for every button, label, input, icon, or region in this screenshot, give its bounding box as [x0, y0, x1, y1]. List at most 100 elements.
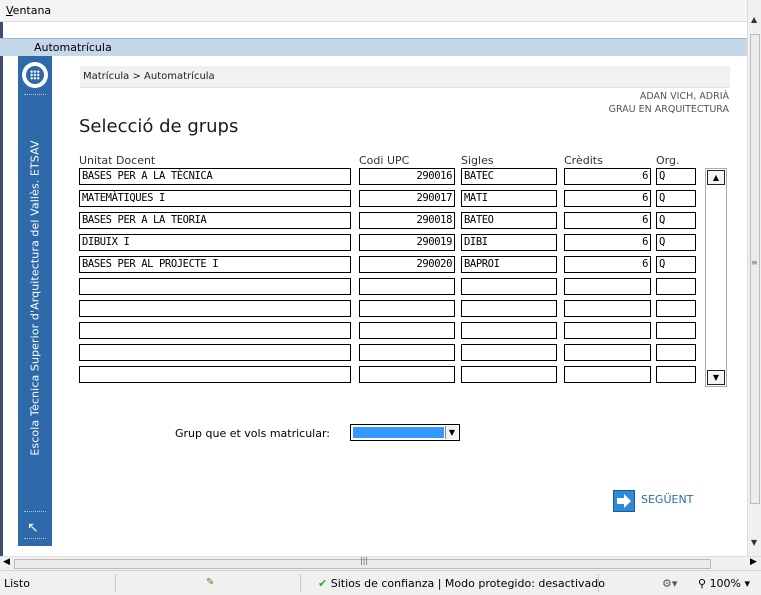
field-credits[interactable]: 6	[564, 256, 651, 273]
arrow-right-icon	[613, 490, 635, 512]
column-header-org: Org.	[656, 154, 680, 167]
field-credits[interactable]: 6	[564, 190, 651, 207]
field-org[interactable]: Q	[656, 256, 696, 273]
group-select-value	[353, 427, 444, 438]
field-sigles[interactable]: BATEC	[461, 168, 557, 185]
scroll-down-icon[interactable]: ▼	[707, 370, 725, 385]
field-sigles[interactable]: BAPROI	[461, 256, 557, 273]
breadcrumb: Matrícula > Automatrícula	[80, 66, 730, 88]
field-credits[interactable]	[564, 322, 651, 339]
field-codi[interactable]	[359, 300, 455, 317]
column-header-codi: Codi UPC	[359, 154, 410, 167]
field-credits[interactable]: 6	[564, 234, 651, 251]
chevron-down-icon: ▾	[744, 577, 751, 590]
student-name: ADAN VICH, ADRIÀ	[639, 91, 729, 102]
field-codi[interactable]: 290018	[359, 212, 455, 229]
field-org[interactable]: Q	[656, 190, 696, 207]
field-unitat[interactable]: BASES PER A LA TÈCNICA	[79, 168, 351, 185]
status-text: Listo	[4, 577, 30, 590]
field-org[interactable]	[656, 300, 696, 317]
field-sigles[interactable]: BATEO	[461, 212, 557, 229]
scroll-right-icon[interactable]: ▶	[750, 557, 757, 567]
field-sigles[interactable]	[461, 300, 557, 317]
scroll-left-icon[interactable]: ◀	[3, 557, 10, 567]
column-header-sigles: Sigles	[461, 154, 494, 167]
field-unitat[interactable]: DIBUIX I	[79, 234, 351, 251]
field-org[interactable]: Q	[656, 234, 696, 251]
window-scrollbar[interactable]: ▲ ≡ ▼	[747, 0, 761, 556]
student-degree: GRAU EN ARQUITECTURA	[608, 104, 729, 115]
field-unitat[interactable]	[79, 322, 351, 339]
field-org[interactable]: Q	[656, 212, 696, 229]
field-unitat[interactable]	[79, 344, 351, 361]
menu-ventana[interactable]: Ventana	[6, 4, 51, 17]
field-sigles[interactable]	[461, 278, 557, 295]
field-unitat[interactable]	[79, 278, 351, 295]
zoom-icon: ⚲	[698, 577, 707, 590]
field-credits[interactable]	[564, 344, 651, 361]
edit-page-icon[interactable]: ✎	[206, 577, 214, 588]
scroll-grip-icon: ≡	[751, 258, 758, 267]
field-org[interactable]	[656, 366, 696, 383]
field-sigles[interactable]	[461, 344, 557, 361]
field-unitat[interactable]	[79, 300, 351, 317]
sidebar-divider	[24, 538, 46, 539]
menu-bar: Ventana	[0, 0, 747, 22]
group-select[interactable]: ▼	[350, 424, 460, 441]
next-button[interactable]: SEGÜENT	[613, 488, 693, 514]
arrow-up-left-icon[interactable]: ↖	[27, 520, 39, 536]
field-credits[interactable]: 6	[564, 168, 651, 185]
zoom-level: 100%	[709, 577, 742, 590]
field-codi[interactable]: 290019	[359, 234, 455, 251]
field-org[interactable]: Q	[656, 168, 696, 185]
sidebar-school-name: Escola Tècnica Superior d'Arquitectura d…	[28, 140, 42, 456]
zone-info[interactable]: ✔ Sitios de confianza | Modo protegido: …	[318, 577, 605, 590]
upc-logo-icon[interactable]	[22, 62, 48, 88]
app-header-title: Automatrícula	[34, 41, 112, 54]
main-content: Matrícula > Automatrícula ADAN VICH, ADR…	[52, 56, 747, 546]
field-credits[interactable]: 6	[564, 212, 651, 229]
field-sigles[interactable]: DIBI	[461, 234, 557, 251]
field-sigles[interactable]	[461, 366, 557, 383]
field-org[interactable]	[656, 278, 696, 295]
scroll-up-icon[interactable]: ▲	[751, 15, 757, 24]
table-scrollbar[interactable]: ▲ ▼	[705, 168, 727, 387]
check-icon: ✔	[318, 577, 328, 590]
field-unitat[interactable]: BASES PER AL PROJECTE I	[79, 256, 351, 273]
field-codi[interactable]: 290016	[359, 168, 455, 185]
field-sigles[interactable]	[461, 322, 557, 339]
protected-mode-icon[interactable]: ⚙▾	[662, 577, 677, 590]
field-unitat[interactable]: MATEMÀTIQUES I	[79, 190, 351, 207]
scroll-down-icon[interactable]: ▼	[751, 538, 757, 547]
sidebar-divider	[24, 94, 46, 95]
sidebar: Escola Tècnica Superior d'Arquitectura d…	[18, 56, 52, 546]
student-info: ADAN VICH, ADRIÀ GRAU EN ARQUITECTURA	[609, 90, 729, 116]
field-credits[interactable]	[564, 300, 651, 317]
zone-text: Sitios de confianza | Modo protegido: de…	[330, 577, 605, 590]
page-title: Selecció de grups	[79, 116, 239, 137]
field-codi[interactable]	[359, 366, 455, 383]
group-select-label: Grup que et vols matricular:	[175, 427, 331, 440]
sidebar-divider	[24, 511, 46, 512]
field-codi[interactable]: 290020	[359, 256, 455, 273]
field-sigles[interactable]: MATI	[461, 190, 557, 207]
field-org[interactable]	[656, 344, 696, 361]
column-header-unitat: Unitat Docent	[79, 154, 156, 167]
field-codi[interactable]: 290017	[359, 190, 455, 207]
scroll-thumb[interactable]	[750, 34, 760, 504]
field-codi[interactable]	[359, 344, 455, 361]
column-header-credits: Crèdits	[564, 154, 603, 167]
field-unitat[interactable]: BASES PER A LA TEORIA	[79, 212, 351, 229]
scroll-up-icon[interactable]: ▲	[707, 170, 725, 185]
field-credits[interactable]	[564, 366, 651, 383]
app-header: Automatrícula	[0, 38, 747, 56]
field-unitat[interactable]	[79, 366, 351, 383]
chevron-down-icon[interactable]: ▼	[445, 426, 458, 439]
window-edge	[0, 22, 3, 557]
field-codi[interactable]	[359, 322, 455, 339]
field-codi[interactable]	[359, 278, 455, 295]
field-org[interactable]	[656, 322, 696, 339]
field-credits[interactable]	[564, 278, 651, 295]
zoom-control[interactable]: ⚲ 100% ▾	[698, 577, 750, 590]
horizontal-scrollbar[interactable]: ◀ ||| ▶	[0, 556, 761, 570]
